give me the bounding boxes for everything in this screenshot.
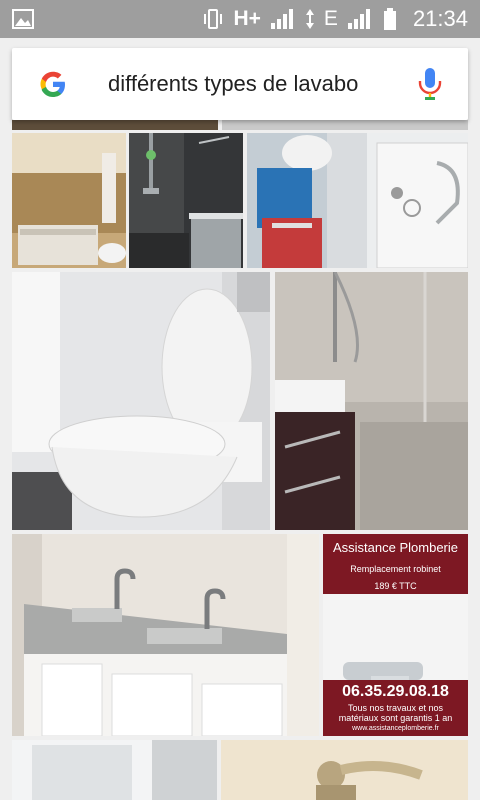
signal-icon bbox=[270, 9, 293, 29]
image-result-plumbing-ad[interactable]: Assistance Plomberie Remplacement robine… bbox=[323, 534, 468, 736]
google-g-icon[interactable] bbox=[34, 65, 72, 103]
ad-phone: 06.35.29.08.18 bbox=[342, 683, 449, 700]
network-type-label: H+ bbox=[233, 7, 261, 30]
image-result-plumber-sink[interactable] bbox=[247, 133, 468, 268]
search-bar[interactable] bbox=[12, 48, 468, 120]
image-result-walk-in-shower[interactable] bbox=[275, 272, 468, 530]
status-right: H+ E 21:34 bbox=[202, 0, 468, 38]
image-result-white-bathroom[interactable] bbox=[12, 740, 217, 800]
vibrate-icon bbox=[204, 9, 223, 29]
ad-footer: 06.35.29.08.18 Tous nos travaux et nos m… bbox=[323, 680, 468, 736]
signal-icon-2 bbox=[347, 9, 370, 29]
clock: 21:34 bbox=[412, 6, 468, 31]
data-transfer-icon bbox=[305, 9, 314, 29]
image-result-brass-faucet[interactable] bbox=[221, 740, 468, 800]
ad-tagline-2: matériaux sont garantis 1 an bbox=[338, 713, 453, 723]
image-result-double-vanity[interactable] bbox=[12, 534, 319, 736]
ad-price: 189 € TTC bbox=[374, 581, 417, 591]
search-input[interactable] bbox=[108, 68, 390, 100]
ad-header: Assistance Plomberie Remplacement robine… bbox=[323, 534, 468, 594]
battery-icon bbox=[383, 8, 396, 30]
mic-icon[interactable] bbox=[418, 66, 442, 102]
ad-subtitle: Remplacement robinet bbox=[350, 564, 441, 574]
image-result-peek[interactable] bbox=[12, 120, 218, 130]
image-icon bbox=[12, 9, 34, 29]
image-result-peek-2[interactable] bbox=[222, 120, 468, 130]
ad-website: www.assistanceplomberie.fr bbox=[352, 725, 439, 732]
status-bar: H+ E 21:34 bbox=[0, 0, 480, 38]
ad-title: Assistance Plomberie bbox=[333, 540, 458, 555]
image-result-toilet[interactable] bbox=[12, 272, 270, 530]
network-type-label-2: E bbox=[323, 7, 338, 30]
image-result-dark-shower[interactable] bbox=[129, 133, 243, 268]
ad-tagline-1: Tous nos travaux et nos bbox=[347, 703, 444, 713]
image-result-bathroom-bathtub[interactable] bbox=[12, 133, 126, 268]
